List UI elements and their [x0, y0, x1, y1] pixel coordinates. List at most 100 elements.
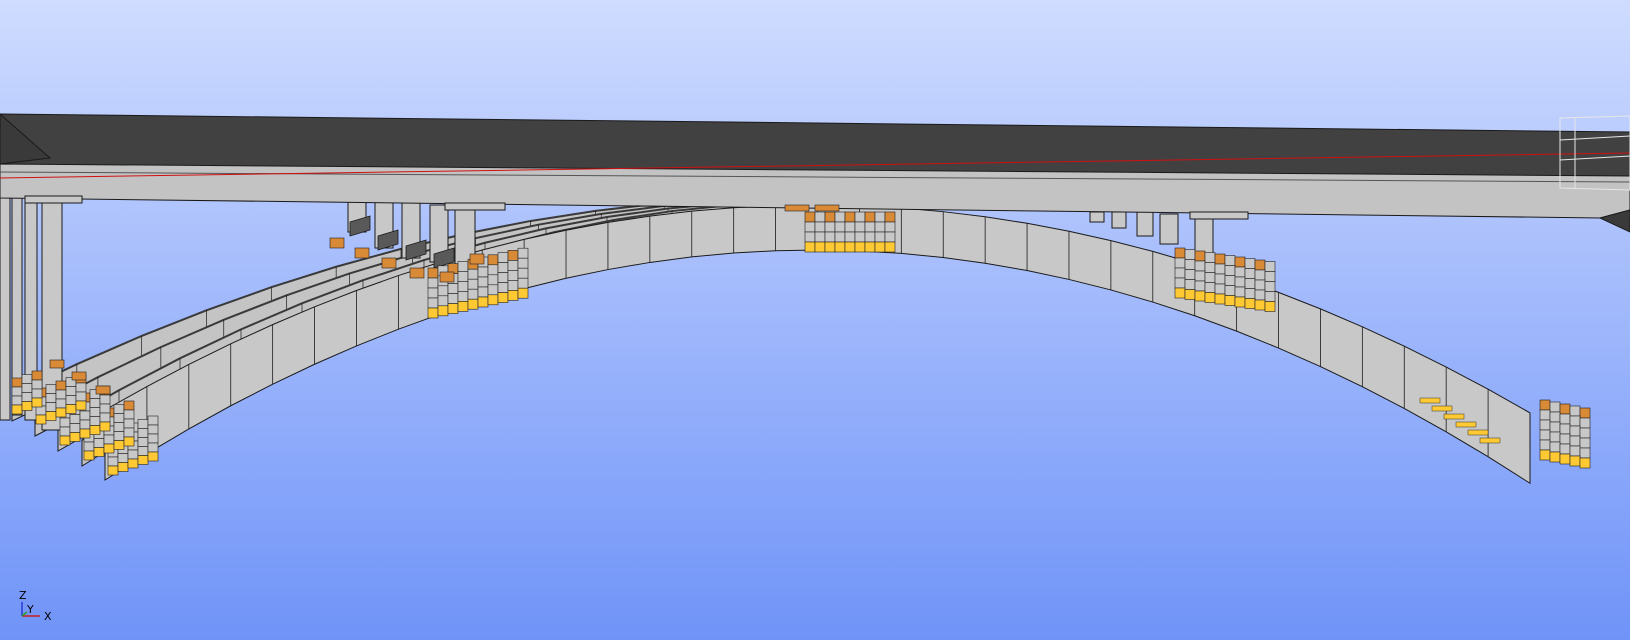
grid-cell	[497, 272, 509, 283]
grid-cell	[1184, 269, 1196, 280]
x-axis-label: X	[44, 610, 52, 623]
grid-cell	[517, 267, 529, 279]
grid-cell	[1174, 247, 1186, 259]
grid-cell	[1224, 255, 1236, 266]
grid-cell	[487, 274, 499, 286]
grid-cell	[35, 405, 47, 416]
grid-cell	[123, 436, 135, 447]
grid-cell	[1559, 453, 1571, 465]
grid-cell	[884, 221, 896, 233]
grid-cell	[107, 465, 119, 476]
grid-cell	[1264, 261, 1276, 272]
grid-cell	[103, 434, 115, 445]
grid-cell	[123, 409, 135, 420]
grid-cell	[467, 268, 479, 280]
grid-cell	[75, 382, 87, 393]
grid-cell	[844, 211, 856, 223]
grid-cell	[354, 247, 370, 259]
grid-cell	[99, 394, 111, 405]
grid-cell	[477, 276, 489, 288]
grid-cell	[1234, 276, 1246, 288]
grid-cell	[31, 397, 43, 408]
grid-cell	[457, 291, 469, 302]
grid-cell	[1184, 249, 1196, 260]
grid-cell	[467, 288, 479, 300]
grid-cell	[1224, 295, 1236, 306]
grid-cell	[1254, 259, 1266, 271]
grid-cell	[1174, 277, 1186, 289]
grid-cell	[834, 221, 846, 233]
grid-cell	[1569, 445, 1581, 457]
grid-cell	[844, 221, 856, 233]
grid-cell	[59, 417, 71, 428]
grid-cell	[1204, 262, 1216, 273]
grid-cell	[21, 401, 33, 411]
grid-cell	[427, 287, 439, 299]
grid-cell	[45, 402, 57, 412]
grid-cell	[447, 283, 459, 294]
grid-cell	[477, 266, 489, 278]
grid-cell	[113, 404, 125, 414]
grid-cell	[1234, 266, 1246, 278]
grid-cell	[487, 254, 499, 266]
bridge-model-scene[interactable]: Z Y X	[0, 0, 1630, 640]
grid-cell	[1549, 441, 1561, 453]
grid-cell	[1569, 405, 1581, 417]
grid-cell	[1174, 267, 1186, 279]
grid-cell	[457, 301, 469, 312]
grid-cell	[55, 389, 67, 400]
grid-cell	[864, 221, 876, 233]
grid-cell	[1569, 435, 1581, 447]
grid-cell	[1204, 282, 1216, 293]
grid-cell	[1539, 429, 1551, 441]
grid-cell	[1184, 259, 1196, 270]
grid-cell	[137, 446, 149, 456]
grid-cell	[517, 247, 529, 259]
grid-cell	[427, 307, 439, 319]
grid-cell	[1539, 409, 1551, 421]
grid-cell	[1194, 270, 1206, 282]
grid-cell	[814, 231, 826, 243]
grid-cell	[1254, 279, 1266, 291]
grid-cell	[874, 211, 886, 223]
grid-cell	[1549, 401, 1561, 413]
grid-cell	[437, 305, 449, 317]
grid-cell	[409, 267, 425, 279]
grid-cell	[55, 380, 67, 391]
grid-cell	[487, 284, 499, 296]
grid-cell	[137, 455, 149, 465]
grid-cell	[127, 458, 139, 469]
grid-cell	[137, 419, 149, 429]
grid-cell	[1579, 407, 1591, 419]
grid-cell	[1214, 283, 1226, 295]
grid-cell	[517, 287, 529, 299]
grid-cell	[1579, 447, 1591, 459]
grid-cell	[844, 231, 856, 243]
grid-cell	[59, 435, 71, 446]
grid-cell	[1254, 299, 1266, 311]
grid-cell	[457, 271, 469, 282]
grid-cell	[75, 391, 87, 402]
grid-cell	[844, 241, 856, 253]
grid-cell	[11, 386, 23, 397]
grid-cell	[874, 221, 886, 233]
grid-cell	[1569, 425, 1581, 437]
pier-cap	[24, 195, 83, 204]
grid-cell	[467, 278, 479, 290]
grid-cell	[1214, 293, 1226, 305]
grid-cell	[864, 241, 876, 253]
grid-cell	[487, 264, 499, 276]
grid-cell	[1549, 451, 1561, 463]
grid-cell	[83, 450, 95, 461]
grid-cell	[1234, 296, 1246, 308]
grid-cell	[477, 296, 489, 308]
grid-cell	[113, 431, 125, 441]
grid-cell	[1549, 421, 1561, 433]
grid-cell	[884, 231, 896, 243]
grid-cell	[107, 456, 119, 467]
z-axis-label: Z	[19, 589, 27, 602]
model-viewport[interactable]: Z Y X	[0, 0, 1630, 640]
grid-cell	[95, 385, 111, 395]
grid-cell	[117, 462, 129, 472]
grid-cell	[21, 392, 33, 402]
